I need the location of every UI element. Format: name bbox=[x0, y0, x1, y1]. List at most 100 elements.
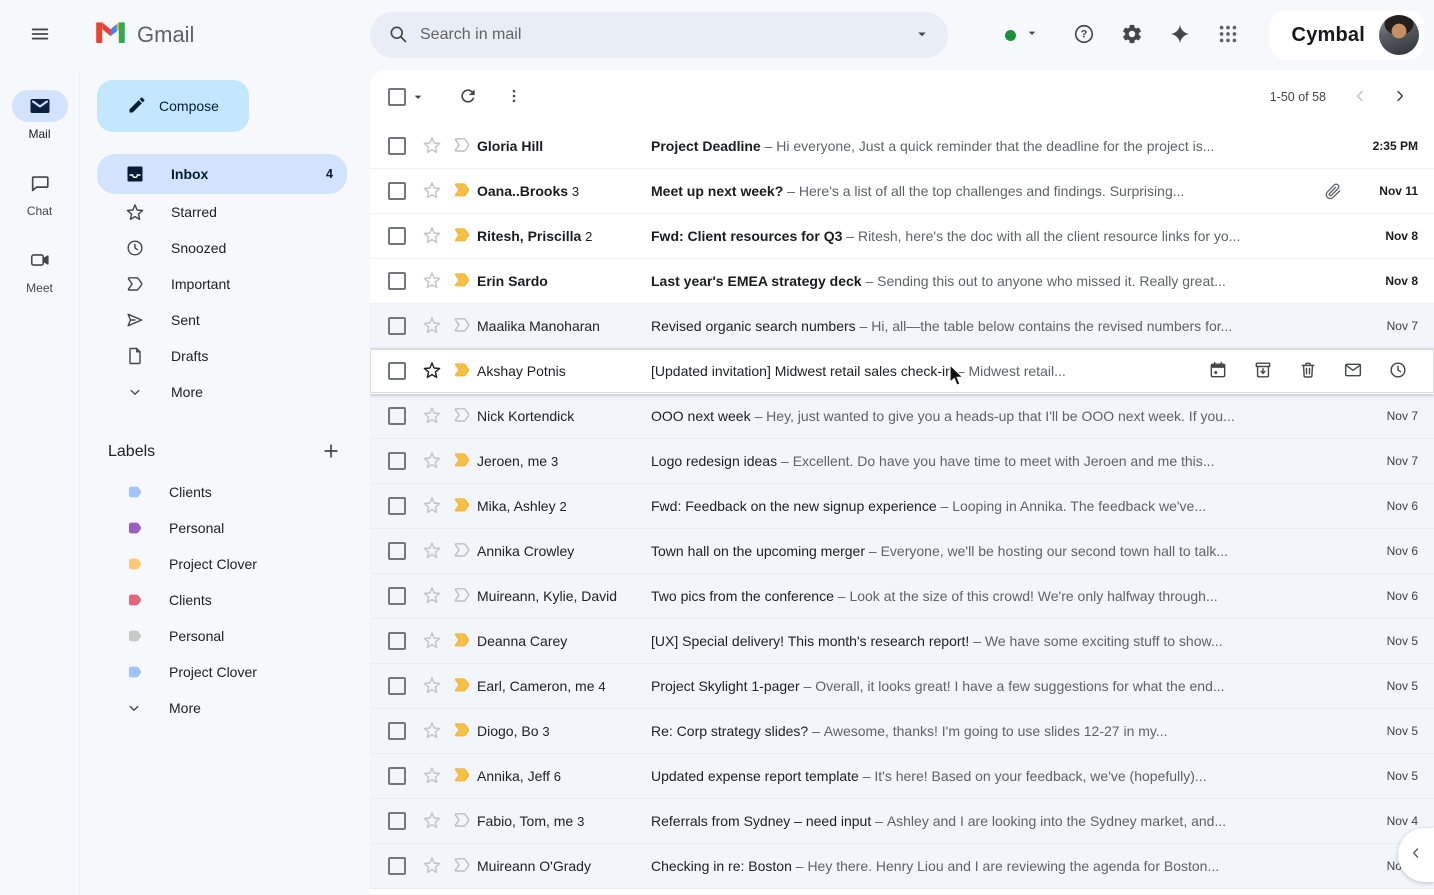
email-row[interactable]: Nick KortendickOOO next week – Hey, just… bbox=[370, 394, 1434, 439]
importance-marker[interactable] bbox=[447, 266, 477, 296]
row-checkbox[interactable] bbox=[388, 812, 406, 830]
email-row[interactable]: Muireann O'GradyChecking in re: Boston –… bbox=[370, 844, 1434, 889]
calendar-event-button[interactable] bbox=[1198, 351, 1238, 391]
sidebar-item-sent[interactable]: Sent bbox=[97, 302, 347, 338]
star-button[interactable] bbox=[417, 356, 447, 386]
search-options-button[interactable] bbox=[902, 15, 942, 55]
email-row[interactable]: Diogo, Bo 3Re: Corp strategy slides? – A… bbox=[370, 709, 1434, 754]
importance-marker[interactable] bbox=[447, 221, 477, 251]
gemini-button[interactable] bbox=[1160, 15, 1200, 55]
row-checkbox[interactable] bbox=[388, 857, 406, 875]
sidebar-label-item[interactable]: Clients bbox=[97, 474, 347, 510]
importance-marker[interactable] bbox=[447, 401, 477, 431]
row-checkbox[interactable] bbox=[388, 227, 406, 245]
importance-marker[interactable] bbox=[447, 356, 477, 386]
search-input[interactable] bbox=[418, 25, 902, 45]
row-checkbox[interactable] bbox=[388, 362, 406, 380]
search-button[interactable] bbox=[378, 15, 418, 55]
sidebar-label-item[interactable]: Clients bbox=[97, 582, 347, 618]
importance-marker[interactable] bbox=[447, 536, 477, 566]
row-checkbox[interactable] bbox=[388, 182, 406, 200]
sidebar-item-snoozed[interactable]: Snoozed bbox=[97, 230, 347, 266]
importance-marker[interactable] bbox=[447, 491, 477, 521]
email-row[interactable]: Annika CrowleyTown hall on the upcoming … bbox=[370, 529, 1434, 574]
importance-marker[interactable] bbox=[447, 581, 477, 611]
settings-button[interactable] bbox=[1112, 15, 1152, 55]
sidebar-item-more[interactable]: More bbox=[97, 374, 347, 410]
importance-marker[interactable] bbox=[447, 446, 477, 476]
importance-marker[interactable] bbox=[447, 716, 477, 746]
sidebar-item-drafts[interactable]: Drafts bbox=[97, 338, 347, 374]
star-button[interactable] bbox=[417, 491, 447, 521]
star-button[interactable] bbox=[417, 536, 447, 566]
sidebar-item-inbox[interactable]: Inbox4 bbox=[97, 154, 347, 194]
email-row[interactable]: Muireann, Kylie, DavidTwo pics from the … bbox=[370, 574, 1434, 619]
user-avatar[interactable] bbox=[1379, 15, 1419, 55]
search-bar[interactable] bbox=[370, 12, 948, 58]
star-button[interactable] bbox=[417, 131, 447, 161]
account-pill[interactable]: Cymbal bbox=[1270, 11, 1424, 59]
email-row[interactable]: Annika, Jeff 6Updated expense report tem… bbox=[370, 754, 1434, 799]
create-label-button[interactable] bbox=[315, 436, 347, 468]
email-row[interactable]: Oana..Brooks 3Meet up next week? – Here'… bbox=[370, 169, 1434, 214]
star-button[interactable] bbox=[417, 221, 447, 251]
star-button[interactable] bbox=[417, 311, 447, 341]
rail-item-mail[interactable]: Mail bbox=[12, 90, 68, 141]
delete-button[interactable] bbox=[1288, 351, 1328, 391]
importance-marker[interactable] bbox=[447, 761, 477, 791]
mark-as-read-button[interactable] bbox=[1333, 351, 1373, 391]
email-row[interactable]: Erin SardoLast year's EMEA strategy deck… bbox=[370, 259, 1434, 304]
row-checkbox[interactable] bbox=[388, 497, 406, 515]
help-button[interactable]: ? bbox=[1064, 15, 1104, 55]
more-options-button[interactable] bbox=[494, 77, 534, 117]
sidebar-label-item[interactable]: Personal bbox=[97, 618, 347, 654]
sidebar-label-item[interactable]: Project Clover bbox=[97, 654, 347, 690]
row-checkbox[interactable] bbox=[388, 137, 406, 155]
star-button[interactable] bbox=[417, 806, 447, 836]
email-row[interactable]: Earl, Cameron, me 4Project Skylight 1-pa… bbox=[370, 664, 1434, 709]
apps-grid-button[interactable] bbox=[1208, 15, 1248, 55]
row-checkbox[interactable] bbox=[388, 272, 406, 290]
importance-marker[interactable] bbox=[447, 626, 477, 656]
email-row[interactable]: Mika, Ashley 2Fwd: Feedback on the new s… bbox=[370, 484, 1434, 529]
row-checkbox[interactable] bbox=[388, 407, 406, 425]
presence-status[interactable] bbox=[1005, 25, 1040, 46]
newer-page-button[interactable] bbox=[1340, 77, 1380, 117]
star-button[interactable] bbox=[417, 581, 447, 611]
importance-marker[interactable] bbox=[447, 176, 477, 206]
row-checkbox[interactable] bbox=[388, 677, 406, 695]
importance-marker[interactable] bbox=[447, 851, 477, 881]
main-menu-button[interactable] bbox=[20, 15, 60, 55]
older-page-button[interactable] bbox=[1380, 77, 1420, 117]
star-button[interactable] bbox=[417, 671, 447, 701]
importance-marker[interactable] bbox=[447, 806, 477, 836]
rail-item-meet[interactable]: Meet bbox=[12, 244, 68, 295]
gmail-brand[interactable]: Gmail bbox=[94, 20, 194, 50]
row-checkbox[interactable] bbox=[388, 722, 406, 740]
email-row[interactable]: Ritesh, Priscilla 2Fwd: Client resources… bbox=[370, 214, 1434, 259]
row-checkbox[interactable] bbox=[388, 452, 406, 470]
star-button[interactable] bbox=[417, 401, 447, 431]
row-checkbox[interactable] bbox=[388, 542, 406, 560]
sidebar-item-important[interactable]: Important bbox=[97, 266, 347, 302]
row-checkbox[interactable] bbox=[388, 632, 406, 650]
star-button[interactable] bbox=[417, 446, 447, 476]
email-row[interactable]: Fabio, Tom, me 3Referrals from Sydney – … bbox=[370, 799, 1434, 844]
snooze-button[interactable] bbox=[1378, 351, 1418, 391]
email-row[interactable]: Jeroen, me 3Logo redesign ideas – Excell… bbox=[370, 439, 1434, 484]
email-row[interactable]: Gloria HillProject Deadline – Hi everyon… bbox=[370, 124, 1434, 169]
importance-marker[interactable] bbox=[447, 311, 477, 341]
sidebar-label-item[interactable]: Project Clover bbox=[97, 546, 347, 582]
refresh-button[interactable] bbox=[448, 77, 488, 117]
email-row[interactable]: Maalika ManoharanRevised organic search … bbox=[370, 304, 1434, 349]
row-checkbox[interactable] bbox=[388, 317, 406, 335]
star-button[interactable] bbox=[417, 626, 447, 656]
email-row[interactable]: Akshay Potnis[Updated invitation] Midwes… bbox=[370, 349, 1434, 394]
email-row[interactable]: Deanna Carey[UX] Special delivery! This … bbox=[370, 619, 1434, 664]
star-button[interactable] bbox=[417, 266, 447, 296]
sidebar-item-starred[interactable]: Starred bbox=[97, 194, 347, 230]
rail-item-chat[interactable]: Chat bbox=[12, 167, 68, 218]
star-button[interactable] bbox=[417, 176, 447, 206]
star-button[interactable] bbox=[417, 761, 447, 791]
select-all-checkbox[interactable] bbox=[388, 88, 406, 106]
